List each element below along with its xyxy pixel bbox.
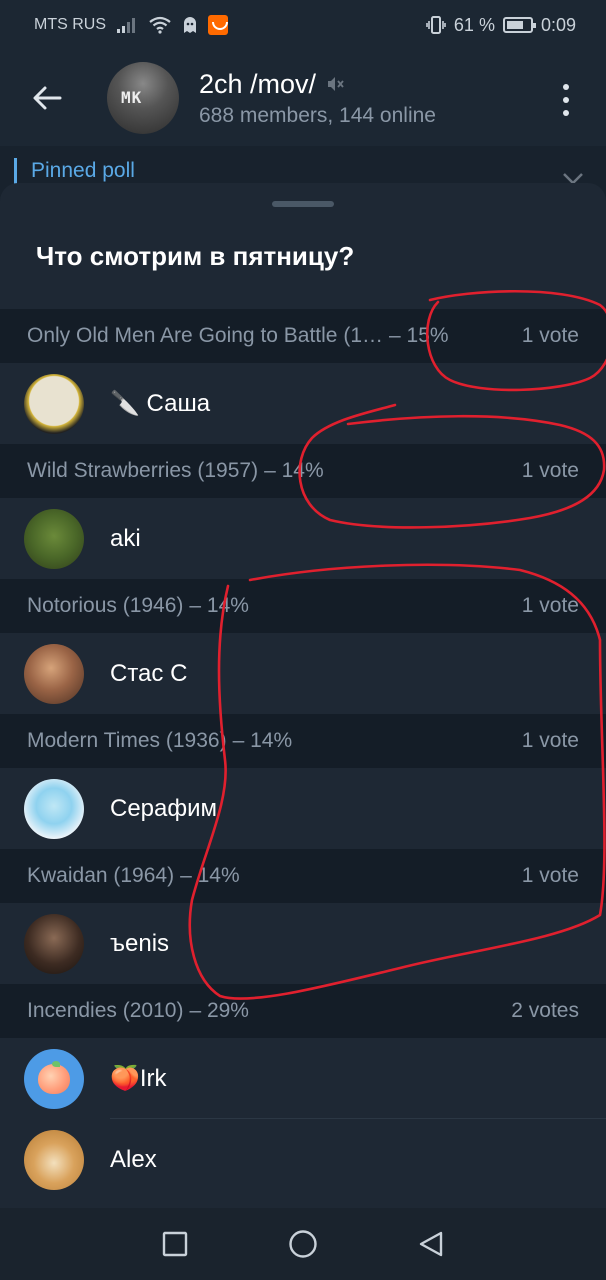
wifi-icon: [148, 16, 172, 34]
chat-info[interactable]: 2ch /mov/ 688 members, 144 online: [199, 69, 436, 128]
option-vote-count: 1 vote: [521, 729, 579, 752]
avatar: [24, 778, 84, 839]
voter-row[interactable]: aki: [0, 498, 606, 579]
option-vote-count: 1 vote: [521, 324, 579, 347]
triangle-back-icon: [419, 1231, 443, 1257]
poll-option-header: Only Old Men Are Going to Battle (1… – 1…: [0, 309, 606, 363]
option-name: Kwaidan (1964): [27, 864, 175, 887]
avatar: [24, 373, 84, 434]
voter-name: 🍑Irk: [110, 1065, 167, 1092]
voter-name: Серафим: [110, 794, 218, 822]
poll-option-header: Notorious (1946) – 14% 1 vote: [0, 579, 606, 633]
option-percent: – 14%: [189, 594, 249, 617]
voter-name: ъenis: [110, 929, 170, 957]
voter-row[interactable]: Стас С: [0, 633, 606, 714]
voter-name: 🔪 Саша: [110, 390, 211, 417]
option-name: Notorious (1946): [27, 594, 184, 617]
poll-option-header: Wild Strawberries (1957) – 14% 1 vote: [0, 444, 606, 498]
option-vote-count: 1 vote: [521, 864, 579, 887]
ghost-icon: [182, 16, 198, 34]
option-percent: – 14%: [180, 864, 240, 887]
back-nav-button[interactable]: [411, 1224, 451, 1264]
avatar: [24, 1129, 84, 1190]
battery-percent: 61 %: [453, 14, 495, 35]
arrow-left-icon: [33, 86, 62, 110]
chat-header: MK 2ch /mov/ 688 members, 144 online: [0, 50, 606, 146]
chat-title: 2ch /mov/: [199, 68, 317, 99]
poll-option-header: Modern Times (1936) – 14% 1 vote: [0, 714, 606, 768]
dot-icon: [563, 97, 569, 103]
voter-name: Стас С: [110, 659, 188, 687]
option-vote-count: 2 votes: [511, 999, 579, 1022]
signal-icon: [116, 16, 138, 34]
option-name: Only Old Men Are Going to Battle (1…: [27, 324, 383, 347]
aliexpress-icon: [208, 15, 228, 35]
option-percent: – 15%: [389, 324, 449, 347]
voter-row[interactable]: Alex: [0, 1119, 606, 1200]
status-bar: MTS RUS 61 % 0:09: [0, 0, 606, 50]
voter-row[interactable]: Серафим: [0, 768, 606, 849]
avatar: [24, 913, 84, 974]
system-navigation-bar: [0, 1208, 606, 1280]
circle-icon: [289, 1230, 317, 1258]
square-icon: [162, 1231, 188, 1257]
poll-option-header: Incendies (2010) – 29% 2 votes: [0, 984, 606, 1038]
option-vote-count: 1 vote: [521, 594, 579, 617]
carrier-label: MTS RUS: [34, 16, 106, 33]
option-name: Modern Times (1936): [27, 729, 227, 752]
voter-row[interactable]: ъenis: [0, 903, 606, 984]
chat-avatar-text: MK: [121, 88, 143, 107]
avatar: [24, 508, 84, 569]
option-percent: – 14%: [232, 729, 293, 752]
battery-icon: [502, 17, 536, 33]
back-button[interactable]: [12, 63, 82, 133]
home-button[interactable]: [283, 1224, 323, 1264]
avatar: [24, 643, 84, 704]
pinned-label: Pinned poll: [31, 159, 135, 182]
voter-name: aki: [110, 524, 141, 552]
clock: 0:09: [540, 14, 576, 35]
recents-button[interactable]: [155, 1224, 195, 1264]
sheet-drag-handle[interactable]: [272, 201, 334, 207]
option-vote-count: 1 vote: [521, 459, 579, 482]
option-percent: – 29%: [189, 999, 249, 1022]
option-name: Incendies (2010): [27, 999, 184, 1022]
peach-icon: [38, 1060, 70, 1094]
chat-subtitle: 688 members, 144 online: [199, 103, 436, 127]
more-menu-button[interactable]: [552, 80, 580, 120]
voter-name: Alex: [110, 1145, 157, 1173]
dot-icon: [563, 84, 569, 90]
voter-row[interactable]: 🍑Irk: [0, 1038, 606, 1119]
dot-icon: [563, 110, 569, 116]
poll-results-sheet: Что смотрим в пятницу? Only Old Men Are …: [0, 183, 606, 1208]
vibrate-icon: [426, 16, 446, 34]
avatar: [24, 1048, 84, 1109]
muted-icon: [328, 77, 344, 91]
option-percent: – 14%: [264, 459, 324, 482]
voter-row[interactable]: 🔪 Саша: [0, 363, 606, 444]
poll-option-header: Kwaidan (1964) – 14% 1 vote: [0, 849, 606, 903]
option-name: Wild Strawberries (1957): [27, 459, 259, 482]
chat-avatar[interactable]: MK: [107, 62, 179, 134]
poll-question: Что смотрим в пятницу?: [36, 241, 355, 271]
